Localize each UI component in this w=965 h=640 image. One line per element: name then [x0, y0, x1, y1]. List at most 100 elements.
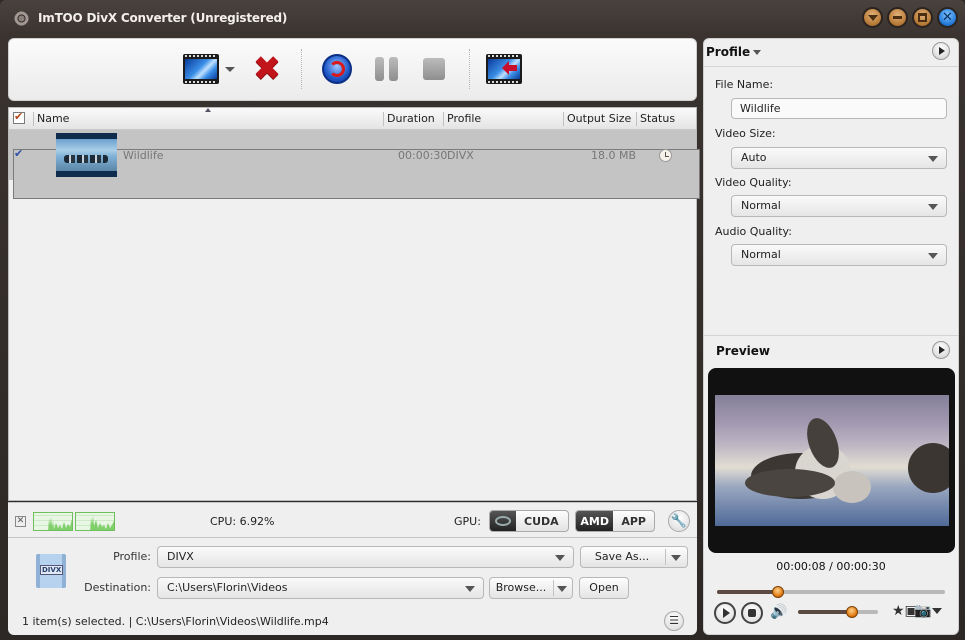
minimize-button[interactable]	[887, 7, 908, 28]
stop-preview-button[interactable]	[741, 602, 763, 624]
stop-button[interactable]	[421, 52, 447, 86]
profile-panel-expand-button[interactable]	[932, 42, 950, 60]
seek-slider-fill	[717, 590, 778, 594]
convert-button[interactable]	[320, 52, 354, 86]
profile-panel-title[interactable]: Profile	[706, 45, 762, 59]
cpu-graph-2-plot	[90, 516, 114, 530]
volume-icon[interactable]: 🔊	[770, 604, 787, 620]
list-header: Name Duration Profile Output Size Status	[9, 108, 696, 130]
chevron-down-icon	[465, 586, 475, 592]
column-header-status[interactable]: Status	[636, 112, 675, 126]
add-dropdown-caret-icon[interactable]	[225, 66, 235, 72]
browse-button[interactable]: Browse...	[489, 577, 573, 599]
select-all-checkbox[interactable]	[13, 110, 25, 124]
row-output-size: 18.0 MB	[591, 149, 637, 162]
video-size-label: Video Size:	[715, 127, 776, 140]
seek-slider[interactable]	[717, 586, 945, 598]
camera-icon[interactable]: 📷	[914, 603, 931, 619]
save-as-button[interactable]: Save As...	[580, 546, 688, 568]
row-duration: 00:00:30	[398, 149, 448, 162]
open-button[interactable]: Open	[579, 577, 629, 599]
app-logo-icon	[14, 11, 29, 26]
close-button[interactable]: ✕	[937, 7, 958, 28]
profile-select[interactable]: DIVX	[157, 546, 574, 568]
preview-player[interactable]	[708, 368, 955, 553]
main-panel: ✖ Name Duration Profile	[8, 38, 700, 635]
chevron-down-icon	[928, 156, 938, 162]
nvidia-icon	[490, 511, 516, 531]
close-icon: ✕	[942, 10, 953, 25]
divider	[704, 66, 958, 67]
divider	[704, 335, 958, 336]
profile-panel-header[interactable]: Profile	[704, 39, 958, 65]
column-header-output-size[interactable]: Output Size	[563, 112, 631, 126]
toolbar: ✖	[8, 38, 697, 101]
row-profile: DIVX	[447, 149, 474, 162]
volume-slider-fill	[798, 610, 853, 614]
profile-select-value: DIVX	[167, 550, 194, 563]
pause-button[interactable]	[371, 52, 401, 86]
audio-quality-select[interactable]: Normal	[731, 244, 947, 266]
stop-icon	[423, 58, 445, 80]
toolbar-divider	[469, 49, 470, 89]
volume-slider-knob[interactable]	[846, 606, 859, 618]
video-quality-select[interactable]: Normal	[731, 195, 947, 217]
audio-quality-label: Audio Quality:	[715, 225, 792, 238]
cuda-label: CUDA	[524, 514, 559, 528]
remove-button[interactable]: ✖	[251, 52, 283, 86]
preview-video-frame	[715, 395, 949, 526]
hide-graph-button[interactable]: ✕	[15, 516, 26, 527]
sort-ascending-icon	[205, 108, 211, 112]
export-button[interactable]	[485, 52, 523, 86]
video-size-select[interactable]: Auto	[731, 147, 947, 169]
seek-slider-knob[interactable]	[771, 586, 784, 598]
play-button[interactable]	[714, 602, 736, 624]
file-name-input[interactable]: Wildlife	[731, 98, 947, 119]
destination-label: Destination:	[84, 581, 151, 594]
cpu-graph-1	[33, 512, 73, 531]
destination-select[interactable]: C:\Users\Florin\Videos	[157, 577, 484, 599]
cuda-toggle[interactable]: CUDA	[489, 510, 569, 532]
snapshot-dropdown-icon[interactable]	[932, 608, 942, 614]
output-settings: DIVX Profile: DIVX Save As... Destinatio…	[8, 538, 697, 635]
volume-slider[interactable]	[798, 606, 878, 618]
row-name: Wildlife	[123, 149, 164, 162]
app-label: APP	[621, 514, 646, 528]
chevron-down-icon	[928, 204, 938, 210]
convert-icon	[322, 54, 352, 84]
delete-x-icon: ✖	[252, 49, 282, 89]
menu-button[interactable]	[862, 7, 883, 28]
video-quality-label: Video Quality:	[715, 176, 792, 189]
file-list: Name Duration Profile Output Size Status…	[8, 107, 700, 501]
add-video-icon	[183, 54, 219, 84]
toolbar-divider	[301, 49, 302, 89]
clock-icon	[659, 149, 672, 162]
export-icon	[486, 54, 522, 84]
add-video-button[interactable]	[183, 52, 235, 86]
chevron-down-icon	[555, 555, 565, 561]
log-button[interactable]: ☰	[664, 611, 684, 631]
minimize-icon	[893, 16, 902, 19]
column-header-duration[interactable]: Duration	[383, 112, 435, 126]
chevron-down-icon	[753, 50, 762, 55]
title-bar: ImTOO DivX Converter (Unregistered) ✕	[0, 0, 965, 36]
settings-wrench-button[interactable]: 🔧	[668, 510, 690, 532]
preview-expand-button[interactable]	[932, 341, 950, 359]
column-header-profile[interactable]: Profile	[443, 112, 481, 126]
save-as-dropdown-icon[interactable]	[671, 555, 681, 561]
amd-app-toggle[interactable]: AMD APP	[575, 510, 655, 532]
maximize-button[interactable]	[912, 7, 933, 28]
maximize-icon	[918, 13, 927, 22]
cpu-graph-1-plot	[48, 517, 72, 530]
preview-title: Preview	[716, 344, 771, 358]
video-thumbnail	[56, 133, 117, 177]
side-panel: Profile File Name: Wildlife Video Size: …	[703, 38, 959, 635]
table-row[interactable]: Wildlife 00:00:30 DIVX 18.0 MB	[9, 130, 700, 199]
status-bar-text: 1 item(s) selected. | C:\Users\Florin\Vi…	[22, 615, 329, 628]
preview-panel-header: Preview	[704, 338, 958, 364]
pause-icon	[374, 57, 398, 81]
preview-time: 00:00:08 / 00:00:30	[776, 560, 886, 573]
cpu-usage-text: CPU: 6.92%	[210, 515, 275, 528]
browse-dropdown-icon[interactable]	[557, 586, 567, 592]
column-header-name[interactable]: Name	[33, 112, 69, 126]
